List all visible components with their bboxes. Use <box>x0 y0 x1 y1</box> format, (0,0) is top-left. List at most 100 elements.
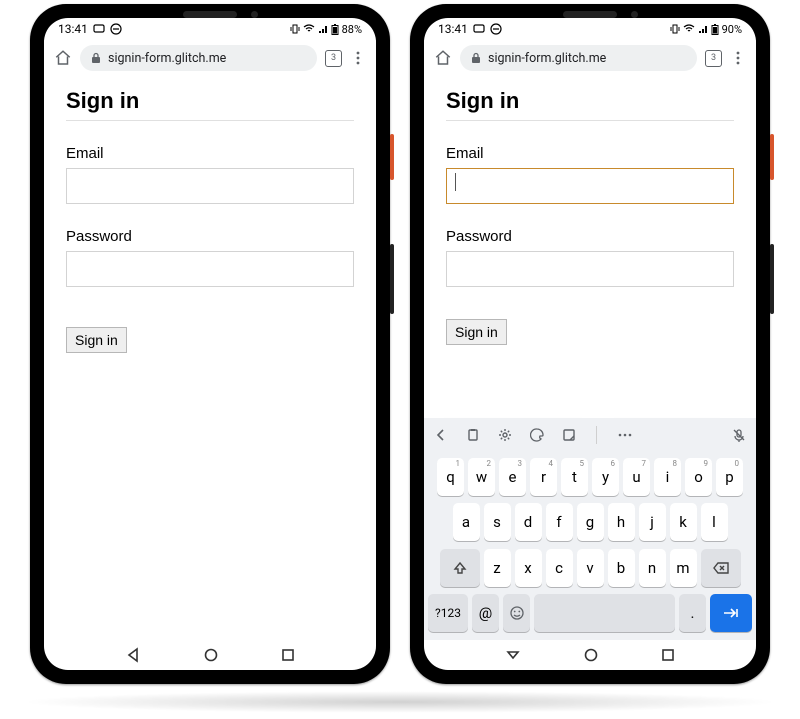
toolbar-divider <box>596 426 597 444</box>
side-accent <box>390 244 394 314</box>
key-u[interactable]: u7 <box>623 458 650 496</box>
text-caret <box>455 173 456 191</box>
lock-icon <box>90 52 102 64</box>
tab-switcher[interactable]: 3 <box>705 50 722 67</box>
mic-off-icon[interactable] <box>732 428 746 442</box>
android-nav-bar <box>44 640 376 670</box>
signal-icon <box>318 24 328 34</box>
signin-button[interactable]: Sign in <box>446 319 507 345</box>
battery-percent: 90% <box>722 23 742 36</box>
more-menu-icon[interactable] <box>730 50 746 66</box>
emoji-key[interactable] <box>503 594 530 632</box>
shift-key[interactable] <box>440 549 480 587</box>
back-icon[interactable] <box>125 647 141 663</box>
device-shadow <box>20 691 780 713</box>
sticker-icon[interactable] <box>562 428 576 442</box>
keyboard-row-4: ?123 @ . <box>428 594 752 632</box>
palette-icon[interactable] <box>530 428 544 442</box>
status-bar: 13:41 90% <box>424 18 756 40</box>
message-icon <box>473 23 485 35</box>
key-c[interactable]: c <box>546 549 573 587</box>
key-m[interactable]: m <box>670 549 697 587</box>
password-label: Password <box>446 228 734 245</box>
key-p[interactable]: p0 <box>716 458 743 496</box>
lock-icon <box>470 52 482 64</box>
url-text: signin-form.glitch.me <box>488 51 606 66</box>
home-icon[interactable] <box>54 49 72 67</box>
home-icon[interactable] <box>434 49 452 67</box>
email-label: Email <box>446 145 734 162</box>
more-menu-icon[interactable] <box>350 50 366 66</box>
backspace-key[interactable] <box>701 549 741 587</box>
enter-key[interactable] <box>710 594 752 632</box>
spacebar-key[interactable] <box>534 594 675 632</box>
key-w[interactable]: w2 <box>468 458 495 496</box>
key-z[interactable]: z <box>484 549 511 587</box>
key-v[interactable]: v <box>577 549 604 587</box>
screen-right: 13:41 90% signin-form.glitch.me 3 <box>424 18 756 670</box>
battery-icon <box>711 24 719 35</box>
password-field[interactable] <box>446 251 734 287</box>
shift-icon <box>453 561 467 575</box>
key-t[interactable]: t5 <box>561 458 588 496</box>
url-bar[interactable]: signin-form.glitch.me <box>80 45 317 71</box>
key-j[interactable]: j <box>639 503 666 541</box>
key-d[interactable]: d <box>515 503 542 541</box>
power-button <box>770 134 774 180</box>
key-x[interactable]: x <box>515 549 542 587</box>
device-notch <box>183 11 237 18</box>
smile-icon <box>509 605 525 621</box>
key-y[interactable]: y6 <box>592 458 619 496</box>
page-title: Sign in <box>66 88 354 121</box>
key-f[interactable]: f <box>546 503 573 541</box>
key-g[interactable]: g <box>577 503 604 541</box>
home-nav-icon[interactable] <box>203 647 219 663</box>
key-n[interactable]: n <box>639 549 666 587</box>
key-s[interactable]: s <box>484 503 511 541</box>
clipboard-icon[interactable] <box>466 428 480 442</box>
wifi-icon <box>683 24 695 34</box>
more-icon[interactable] <box>617 428 633 442</box>
next-icon <box>722 606 740 620</box>
password-label: Password <box>66 228 354 245</box>
signin-button[interactable]: Sign in <box>66 327 127 353</box>
email-field[interactable] <box>66 168 354 204</box>
status-time: 13:41 <box>58 22 88 36</box>
at-key[interactable]: @ <box>472 594 499 632</box>
password-field[interactable] <box>66 251 354 287</box>
symbols-key[interactable]: ?123 <box>428 594 468 632</box>
page-content: Sign in Email Password Sign in <box>44 76 376 640</box>
key-a[interactable]: a <box>453 503 480 541</box>
keyboard-row-3: zxcvbnm <box>428 549 752 587</box>
gear-icon[interactable] <box>498 428 512 442</box>
key-b[interactable]: b <box>608 549 635 587</box>
tab-switcher[interactable]: 3 <box>325 50 342 67</box>
key-e[interactable]: e3 <box>499 458 526 496</box>
email-field[interactable] <box>446 168 734 204</box>
status-bar: 13:41 88% <box>44 18 376 40</box>
key-k[interactable]: k <box>670 503 697 541</box>
key-i[interactable]: i8 <box>654 458 681 496</box>
recents-icon[interactable] <box>281 648 295 662</box>
recents-icon[interactable] <box>661 648 675 662</box>
key-h[interactable]: h <box>608 503 635 541</box>
do-not-disturb-icon <box>490 23 502 35</box>
keyboard-dismiss-icon[interactable] <box>505 647 521 663</box>
home-nav-icon[interactable] <box>583 647 599 663</box>
message-icon <box>93 23 105 35</box>
wifi-icon <box>303 24 315 34</box>
chevron-left-icon[interactable] <box>434 428 448 442</box>
key-r[interactable]: r4 <box>530 458 557 496</box>
phone-left: 13:41 88% signin-form.glitch.me 3 <box>30 4 390 684</box>
browser-toolbar: signin-form.glitch.me 3 <box>44 40 376 76</box>
period-key[interactable]: . <box>679 594 706 632</box>
keyboard-row-2: asdfghjkl <box>428 503 752 541</box>
key-l[interactable]: l <box>701 503 728 541</box>
screen-left: 13:41 88% signin-form.glitch.me 3 <box>44 18 376 670</box>
do-not-disturb-icon <box>110 23 122 35</box>
battery-icon <box>331 24 339 35</box>
key-q[interactable]: q1 <box>437 458 464 496</box>
key-o[interactable]: o9 <box>685 458 712 496</box>
phone-right: 13:41 90% signin-form.glitch.me 3 <box>410 4 770 684</box>
url-bar[interactable]: signin-form.glitch.me <box>460 45 697 71</box>
